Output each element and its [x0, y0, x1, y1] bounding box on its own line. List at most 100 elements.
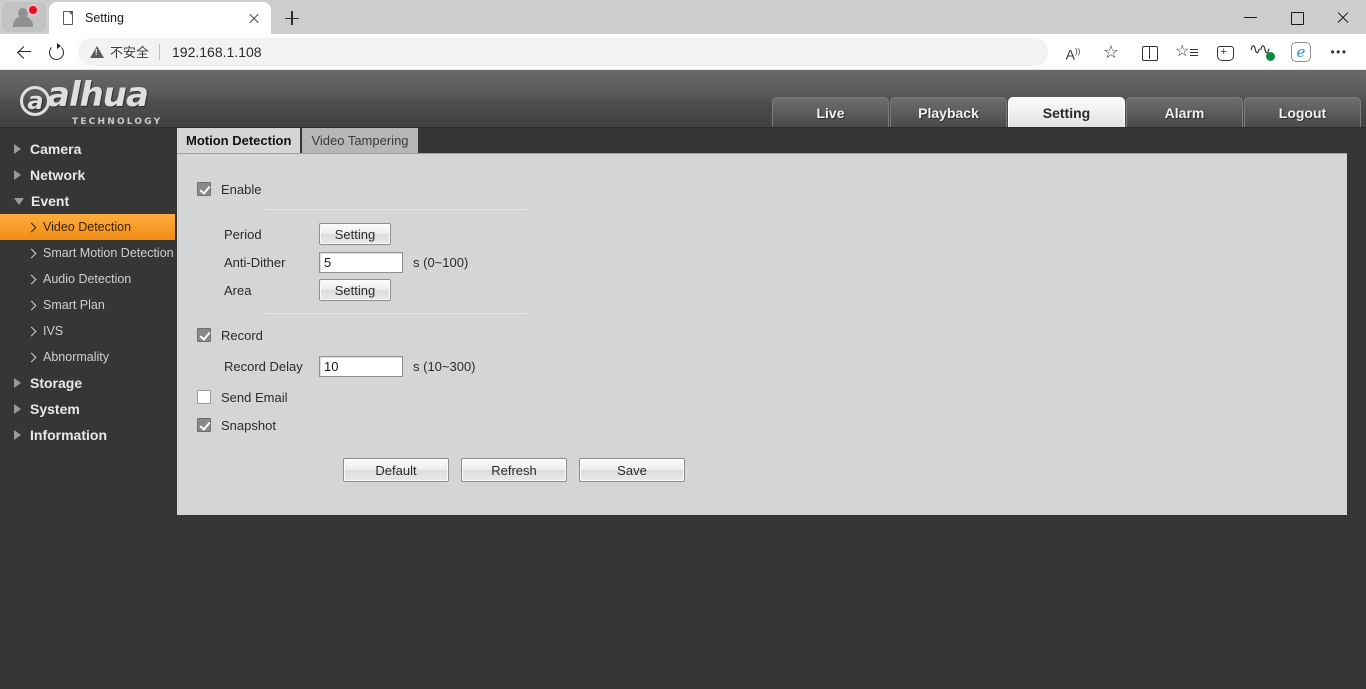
chevron-right-icon	[14, 170, 21, 180]
enable-label: Enable	[221, 181, 262, 197]
not-secure-warning-icon	[90, 45, 104, 58]
chevron-right-icon	[26, 274, 37, 284]
enable-checkbox[interactable]	[197, 182, 211, 196]
enable-row: Enable	[197, 178, 1347, 200]
read-aloud-icon[interactable]: A))	[1054, 37, 1092, 67]
edge-copilot-icon[interactable]	[1282, 37, 1320, 67]
chevron-right-icon	[26, 248, 37, 258]
sidebar-item-information[interactable]: Information	[0, 422, 175, 448]
chevron-right-icon	[26, 326, 37, 336]
minimize-icon[interactable]	[1228, 0, 1274, 34]
snapshot-checkbox[interactable]	[197, 418, 211, 432]
sidebar-label-storage: Storage	[30, 375, 83, 391]
save-button[interactable]: Save	[579, 458, 685, 482]
chevron-down-icon	[14, 197, 24, 205]
nav-item-logout[interactable]: Logout	[1244, 97, 1361, 127]
section-divider-bottom	[265, 313, 527, 314]
default-button[interactable]: Default	[343, 458, 449, 482]
tab-video-tampering[interactable]: Video Tampering	[302, 128, 420, 153]
profile-avatar-button[interactable]	[2, 2, 46, 32]
browser-essentials-icon[interactable]	[1244, 35, 1282, 67]
snapshot-row: Snapshot	[197, 414, 1347, 436]
record-delay-row: Record Delay s (10~300)	[197, 352, 1347, 380]
form-actions: Default Refresh Save	[343, 458, 1347, 482]
sidebar-item-system[interactable]: System	[0, 396, 175, 422]
logo-wordmark: alhua	[47, 75, 149, 115]
browser-window: Setting 不安全 192.168.1.108 A))	[0, 0, 1366, 689]
settings-panel: Enable Period Setting Anti-Dither s (0~1…	[177, 153, 1347, 515]
snapshot-label: Snapshot	[221, 417, 276, 433]
sidebar-item-ivs[interactable]: IVS	[0, 318, 175, 344]
record-delay-input[interactable]	[319, 355, 403, 377]
section-divider-top	[265, 209, 527, 210]
tab-motion-detection[interactable]: Motion Detection	[177, 128, 303, 153]
reload-icon[interactable]	[40, 37, 72, 67]
sidebar-label-audio-detection: Audio Detection	[43, 272, 132, 286]
chevron-right-icon	[14, 378, 21, 388]
top-nav: Live Playback Setting Alarm Logout	[771, 97, 1361, 127]
sidebar-item-camera[interactable]: Camera	[0, 136, 175, 162]
sidebar-item-network[interactable]: Network	[0, 162, 175, 188]
window-controls	[1228, 0, 1366, 34]
sidebar-label-abnormality: Abnormality	[43, 350, 109, 364]
sidebar-label-ivs: IVS	[43, 324, 64, 338]
url-text: 192.168.1.108	[172, 43, 262, 60]
sidebar-item-abnormality[interactable]: Abnormality	[0, 344, 175, 370]
nav-item-live[interactable]: Live	[772, 97, 889, 127]
browser-tab[interactable]: Setting	[49, 2, 271, 34]
anti-dither-input[interactable]	[319, 251, 403, 273]
toolbar-actions: A))	[1054, 35, 1358, 67]
area-row: Area Setting	[197, 276, 1347, 304]
new-tab-button[interactable]	[277, 4, 307, 32]
period-label: Period	[224, 226, 262, 242]
chevron-right-icon	[14, 404, 21, 414]
settings-more-icon[interactable]	[1320, 37, 1358, 67]
record-row: Record	[197, 324, 1347, 346]
sidebar-label-video-detection: Video Detection	[43, 220, 132, 234]
nav-item-alarm[interactable]: Alarm	[1126, 97, 1243, 127]
send-email-checkbox[interactable]	[197, 390, 211, 404]
anti-dither-unit: s (0~100)	[413, 254, 469, 270]
sidebar-item-smart-plan[interactable]: Smart Plan	[0, 292, 175, 318]
avatar-body-icon	[13, 16, 33, 27]
logo-subtitle: TECHNOLOGY	[72, 117, 163, 127]
record-label: Record	[221, 327, 263, 343]
nav-item-playback[interactable]: Playback	[890, 97, 1007, 127]
logo-ring-icon: a	[20, 86, 50, 116]
sidebar-label-smart-plan: Smart Plan	[43, 298, 105, 312]
nav-item-setting[interactable]: Setting	[1008, 97, 1125, 127]
maximize-icon[interactable]	[1274, 0, 1320, 34]
dahua-logo: a alhua TECHNOLOGY	[20, 75, 290, 127]
record-checkbox[interactable]	[197, 328, 211, 342]
anti-dither-row: Anti-Dither s (0~100)	[197, 248, 1347, 276]
browser-toolbar: 不安全 192.168.1.108 A))	[0, 34, 1366, 70]
area-setting-button[interactable]: Setting	[319, 279, 391, 301]
refresh-button[interactable]: Refresh	[461, 458, 567, 482]
add-tab-to-collection-icon[interactable]	[1206, 37, 1244, 67]
security-label: 不安全	[110, 45, 150, 60]
browser-tab-title: Setting	[85, 11, 124, 25]
close-icon[interactable]	[1320, 0, 1366, 34]
close-tab-icon[interactable]	[243, 7, 265, 29]
address-bar[interactable]: 不安全 192.168.1.108	[78, 37, 1048, 66]
period-setting-button[interactable]: Setting	[319, 223, 391, 245]
sidebar-label-event: Event	[31, 193, 70, 209]
send-email-row: Send Email	[197, 386, 1347, 408]
favorite-star-icon[interactable]	[1092, 37, 1130, 67]
sidebar-item-storage[interactable]: Storage	[0, 370, 175, 396]
back-icon[interactable]	[8, 37, 40, 67]
sidebar-label-information: Information	[30, 427, 107, 443]
sidebar-item-event[interactable]: Event	[0, 188, 175, 214]
sidebar-item-video-detection[interactable]: Video Detection	[0, 214, 175, 240]
sidebar-item-smart-motion-detection[interactable]: Smart Motion Detection	[0, 240, 175, 266]
period-row: Period Setting	[197, 220, 1347, 248]
collections-icon[interactable]	[1168, 37, 1206, 67]
app-header: a alhua TECHNOLOGY Live Playback Setting …	[0, 70, 1366, 128]
chevron-right-icon	[26, 222, 37, 232]
sidebar: Camera Network Event Video Detection Sma…	[0, 128, 175, 689]
sidebar-item-audio-detection[interactable]: Audio Detection	[0, 266, 175, 292]
motion-detection-form: Enable Period Setting Anti-Dither s (0~1…	[177, 154, 1347, 482]
web-page-content: a alhua TECHNOLOGY Live Playback Setting …	[0, 70, 1366, 689]
browser-tab-strip: Setting	[0, 0, 1366, 34]
split-screen-icon[interactable]	[1130, 37, 1168, 67]
